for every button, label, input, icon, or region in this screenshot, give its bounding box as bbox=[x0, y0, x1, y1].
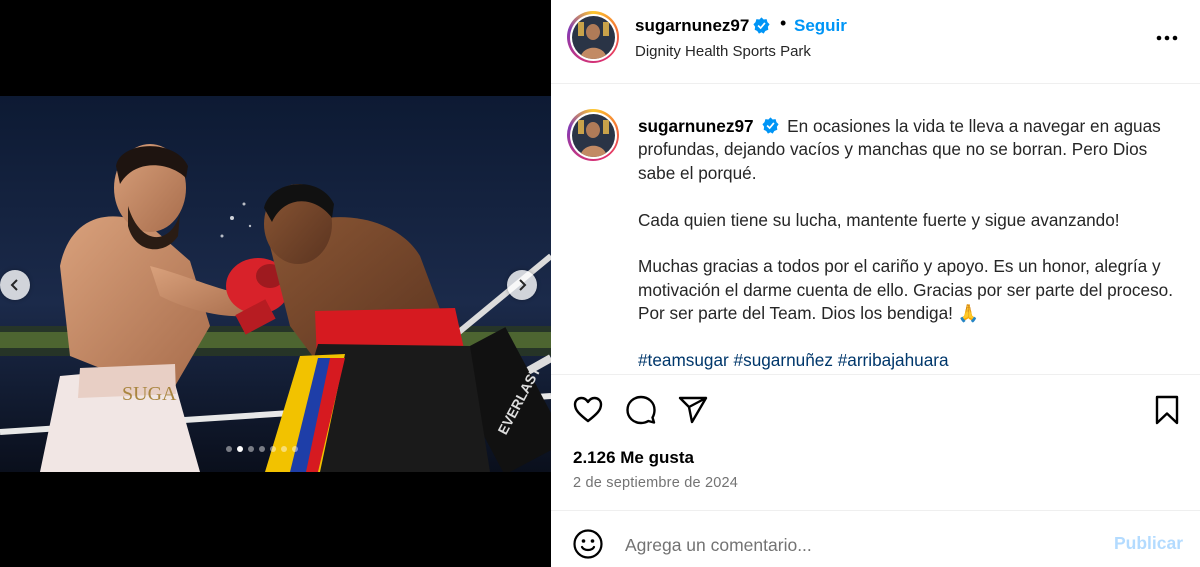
carousel-dot bbox=[226, 446, 232, 452]
more-options-icon[interactable] bbox=[1154, 28, 1180, 48]
carousel-dot bbox=[237, 446, 243, 452]
carousel-dot bbox=[292, 446, 298, 452]
carousel-indicator bbox=[226, 446, 298, 452]
heart-icon[interactable] bbox=[572, 394, 604, 426]
caption-paragraph: Cada quien tiene su lucha, mantente fuer… bbox=[638, 209, 1120, 230]
post-photo: EVERLAST SUGA bbox=[0, 96, 551, 472]
media-pane: EVERLAST SUGA bbox=[0, 0, 551, 567]
chevron-left-icon bbox=[10, 279, 18, 291]
username-link[interactable]: sugarnunez97 bbox=[635, 16, 749, 36]
chevron-right-icon bbox=[519, 279, 527, 291]
caption-username-link[interactable]: sugarnunez97 bbox=[638, 116, 754, 136]
hashtags[interactable]: #teamsugar #sugarnuñez #arribajahuara bbox=[638, 349, 1188, 372]
post-header: sugarnunez97 • Seguir Dignity Health Spo… bbox=[551, 0, 1200, 84]
caption-paragraph: Muchas gracias a todos por el cariño y a… bbox=[638, 256, 1173, 324]
carousel-dot bbox=[248, 446, 254, 452]
share-icon[interactable] bbox=[677, 394, 709, 426]
comment-input[interactable] bbox=[625, 531, 1105, 559]
comments-section: sugarnunez97 En ocasiones la vida te lle… bbox=[551, 85, 1200, 374]
caption-avatar[interactable] bbox=[567, 109, 619, 161]
boxing-photo: EVERLAST SUGA bbox=[0, 96, 551, 472]
verified-badge-icon bbox=[753, 17, 770, 34]
avatar[interactable] bbox=[567, 11, 619, 63]
location-link[interactable]: Dignity Health Sports Park bbox=[635, 43, 811, 60]
caption: sugarnunez97 En ocasiones la vida te lle… bbox=[638, 115, 1188, 372]
comment-icon[interactable] bbox=[625, 394, 657, 426]
post-date: 2 de septiembre de 2024 bbox=[573, 475, 739, 491]
separator-dot: • bbox=[780, 13, 787, 33]
action-bar: 2.126 Me gusta 2 de septiembre de 2024 bbox=[551, 374, 1200, 510]
carousel-dot bbox=[270, 446, 276, 452]
trunks-text: SUGA bbox=[122, 383, 177, 405]
bookmark-icon[interactable] bbox=[1151, 394, 1183, 426]
carousel-next-button[interactable] bbox=[507, 270, 537, 300]
carousel-prev-button[interactable] bbox=[0, 270, 30, 300]
likes-count[interactable]: 2.126 Me gusta bbox=[573, 448, 694, 468]
comment-bar: Publicar bbox=[551, 510, 1200, 567]
post-panel: sugarnunez97 • Seguir Dignity Health Spo… bbox=[551, 0, 1200, 567]
carousel-dot bbox=[259, 446, 265, 452]
carousel-dot bbox=[281, 446, 287, 452]
emoji-icon[interactable] bbox=[572, 528, 604, 560]
follow-button[interactable]: Seguir bbox=[794, 16, 847, 36]
publish-button[interactable]: Publicar bbox=[1114, 533, 1183, 554]
verified-badge-icon bbox=[762, 117, 779, 134]
